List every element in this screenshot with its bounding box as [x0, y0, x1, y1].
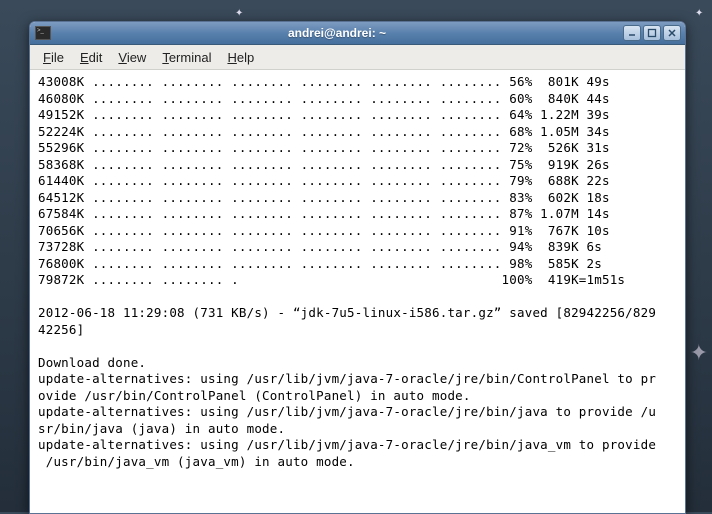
- menu-edit[interactable]: Edit: [73, 48, 109, 67]
- terminal-window: >_ andrei@andrei: ~ File Edit View Termi…: [29, 21, 686, 514]
- menu-view[interactable]: View: [111, 48, 153, 67]
- terminal-icon: >_: [35, 26, 51, 40]
- terminal-output[interactable]: 43008K ........ ........ ........ ......…: [30, 70, 685, 513]
- close-button[interactable]: [663, 25, 681, 41]
- window-title: andrei@andrei: ~: [51, 26, 623, 40]
- window-controls: [623, 25, 681, 41]
- window-titlebar[interactable]: >_ andrei@andrei: ~: [30, 22, 685, 45]
- minimize-button[interactable]: [623, 25, 641, 41]
- menubar: File Edit View Terminal Help: [30, 45, 685, 70]
- menu-file[interactable]: File: [36, 48, 71, 67]
- menu-terminal[interactable]: Terminal: [155, 48, 218, 67]
- maximize-button[interactable]: [643, 25, 661, 41]
- menu-help[interactable]: Help: [220, 48, 261, 67]
